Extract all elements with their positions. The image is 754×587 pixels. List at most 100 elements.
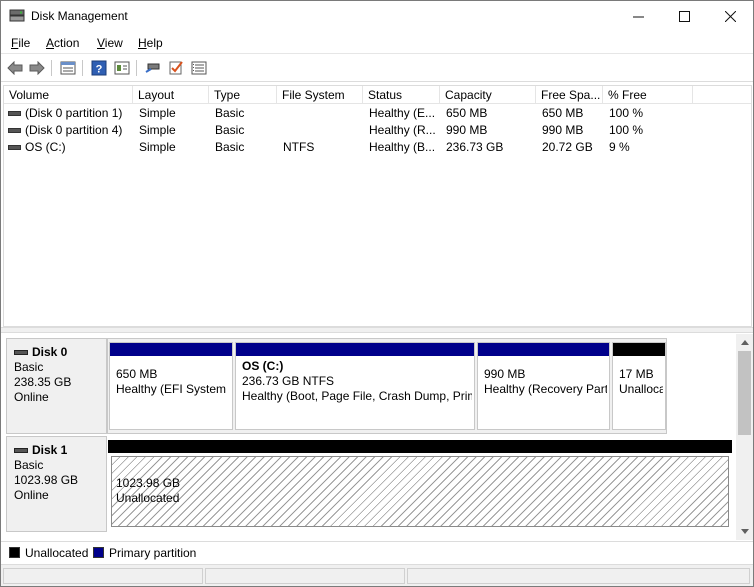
status-bar-pane [3,568,203,584]
volume-free-space: 990 MB [542,123,584,137]
show-hide-console-button[interactable] [59,59,77,77]
window-title: Disk Management [31,9,128,23]
column-header-free-space[interactable]: Free Spa... [536,86,603,104]
column-header-file-system[interactable]: File System [277,86,363,104]
back-arrow-icon [7,61,23,75]
scroll-thumb[interactable] [738,351,751,435]
scroll-up-button[interactable] [736,334,753,351]
partition-details: 1023.98 GB Unallocated [116,476,726,506]
disk-0-partition-efi[interactable]: 650 MB Healthy (EFI System P [109,342,233,430]
column-header-volume[interactable]: Volume [4,86,133,104]
disk-0-type: Basic [14,360,44,374]
partition-size: 1023.98 GB [116,476,181,490]
volume-file-system: NTFS [283,140,315,154]
menu-view[interactable]: View [97,36,123,50]
toolbar-separator [82,60,83,76]
disk-1-name: Disk 1 [32,443,68,457]
menu-file-label: ile [18,36,31,50]
disk-0-partition-recovery[interactable]: 990 MB Healthy (Recovery Part [477,342,610,430]
partition-details: 650 MB Healthy (EFI System P [116,367,230,397]
volume-file-system [283,122,363,139]
volume-layout: Simple [139,123,176,137]
column-header-layout[interactable]: Layout [133,86,209,104]
unallocated-bar [108,440,732,453]
partition-size: 650 MB [116,367,158,381]
scroll-down-button[interactable] [736,523,753,540]
disk-0-status: Online [14,390,49,404]
primary-partition-bar [110,343,232,356]
primary-partition-bar [236,343,474,356]
disk-0-info[interactable]: Disk 0 Basic 238.35 GB Online [6,338,107,434]
menu-action[interactable]: Action [46,36,79,50]
disk-0-partitions: 650 MB Healthy (EFI System P OS (C:) 236… [107,338,667,434]
primary-partition-bar [478,343,609,356]
volume-drive-icon [8,128,21,133]
minimize-button[interactable] [615,1,661,31]
menu-help[interactable]: Help [138,36,163,50]
disk-1-unallocated[interactable]: 1023.98 GB Unallocated [111,456,729,527]
help-icon: ? [91,60,107,76]
disk-0-title: Disk 0 [14,345,106,360]
volume-percent-free: 100 % [609,123,644,137]
legend: Unallocated Primary partition [1,541,753,563]
column-header-type[interactable]: Type [209,86,277,104]
help-button[interactable]: ? [90,59,108,77]
volume-status: Healthy (B... [369,140,436,154]
disk-graphical-view: Disk 0 Basic 238.35 GB Online 650 MB Hea… [3,334,736,540]
pane-splitter[interactable] [1,327,753,333]
disk-1-partitions: 1023.98 GB Unallocated [107,436,733,532]
volume-drive-icon [8,111,21,116]
volume-status: Healthy (E... [369,106,436,120]
disk-1-info[interactable]: Disk 1 Basic 1023.98 GB Online [6,436,107,532]
volume-list[interactable]: Volume Layout Type File System Status Ca… [3,85,752,327]
connect-icon [145,63,160,73]
disk-drive-icon [14,448,28,453]
column-header-status[interactable]: Status [363,86,440,104]
disk-1-size: 1023.98 GB [14,473,79,487]
maximize-button[interactable] [661,1,707,31]
volume-row[interactable]: OS (C:) Simple Basic NTFS Healthy (B... … [4,139,751,156]
toolbar-separator [136,60,137,76]
status-bar [1,564,753,586]
graphical-view-scrollbar[interactable] [736,334,753,540]
volume-layout: Simple [139,106,176,120]
volume-capacity: 236.73 GB [446,140,504,154]
menu-help-mnemonic: H [138,36,147,50]
column-header-capacity[interactable]: Capacity [440,86,536,104]
legend-unallocated-label: Unallocated [25,546,89,560]
disk-0-partition-os[interactable]: OS (C:) 236.73 GB NTFS Healthy (Boot, Pa… [235,342,475,430]
forward-button[interactable] [28,59,46,77]
settings-list-button[interactable] [190,59,208,77]
check-button[interactable] [167,59,185,77]
status-bar-pane [407,568,750,584]
close-button[interactable] [707,1,753,31]
volume-capacity: 990 MB [446,123,488,137]
partition-status: Healthy (Recovery Part [484,382,607,396]
connect-button[interactable] [144,59,162,77]
volume-drive-icon [8,145,21,150]
properties-button[interactable] [113,59,131,77]
menu-action-label: ction [54,36,80,50]
partition-size: 990 MB [484,367,526,381]
menu-help-label: elp [146,36,163,50]
close-icon [724,10,736,22]
partition-status: Unallocated [116,491,180,505]
volume-name: (Disk 0 partition 4) [25,123,123,137]
disk-0-unallocated[interactable]: 17 MB Unalloca [612,342,666,430]
volume-name: (Disk 0 partition 1) [25,106,123,120]
volume-status: Healthy (R... [369,123,436,137]
back-button[interactable] [6,59,24,77]
volume-list-header: Volume Layout Type File System Status Ca… [4,86,751,104]
disk-1-title: Disk 1 [14,443,106,458]
volume-row[interactable]: (Disk 0 partition 4) Simple Basic Health… [4,122,751,139]
partition-size: 17 MB [619,367,654,381]
properties-icon [114,61,130,75]
partition-status: Healthy (Boot, Page File, Crash Dump, Pr… [242,389,472,403]
disk-list-icon [60,61,76,75]
menu-action-mnemonic: A [46,36,55,50]
volume-type: Basic [215,123,245,137]
column-header-percent-free[interactable]: % Free [603,86,693,104]
menu-view-label: iew [104,36,123,50]
menu-file[interactable]: File [11,36,30,50]
volume-row[interactable]: (Disk 0 partition 1) Simple Basic Health… [4,105,751,122]
